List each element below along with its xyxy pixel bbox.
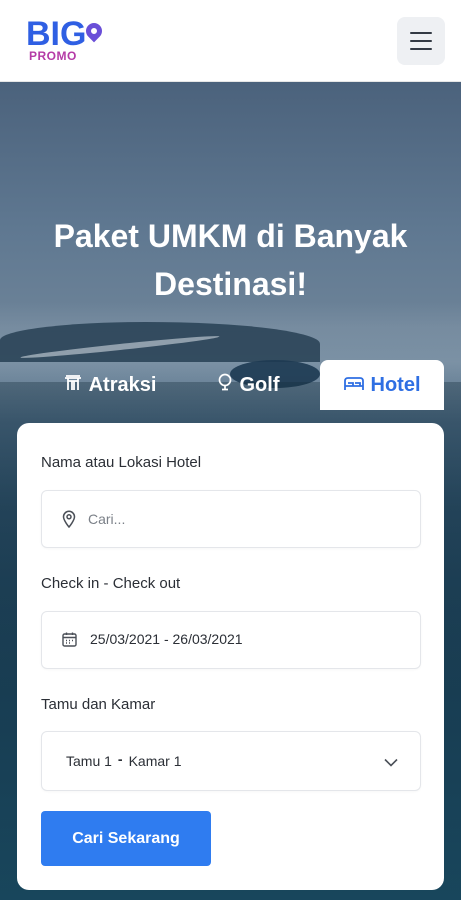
hotel-search-card: Nama atau Lokasi Hotel Check in - Check …: [17, 423, 444, 890]
bed-icon: [343, 374, 364, 397]
location-search-input[interactable]: [88, 491, 408, 547]
tab-hotel-label: Hotel: [370, 373, 421, 396]
guests-label: Tamu dan Kamar: [41, 696, 156, 713]
tab-hotel[interactable]: Hotel: [320, 360, 444, 410]
tab-atraksi-label: Atraksi: [88, 373, 157, 396]
hero-title-line-1: Paket UMKM di Banyak: [53, 218, 408, 254]
dates-label: Check in - Check out: [41, 575, 181, 592]
chevron-down-icon[interactable]: [384, 754, 398, 772]
rooms-count: Kamar 1: [128, 753, 182, 769]
guests-rooms-separator: -: [117, 751, 123, 767]
hero-title-line-2: Destinasi!: [154, 266, 307, 302]
gate-icon: [64, 374, 82, 397]
guests-rooms-select[interactable]: Tamu 1- Kamar 1: [41, 731, 421, 791]
location-pin-icon: [62, 510, 76, 533]
big-promo-logo[interactable]: BIG PROMO: [26, 17, 108, 65]
guests-count: Tamu 1: [66, 753, 112, 769]
location-label: Nama atau Lokasi Hotel: [41, 454, 202, 471]
calendar-icon: [62, 632, 77, 652]
location-field[interactable]: [41, 490, 421, 548]
logo-promo-text: PROMO: [29, 49, 77, 63]
tab-atraksi[interactable]: Atraksi: [40, 360, 180, 410]
date-range-field[interactable]: 25/03/2021 - 26/03/2021: [41, 611, 421, 669]
header-bar: BIG PROMO: [0, 0, 461, 82]
tab-golf-label: Golf: [239, 373, 280, 396]
search-now-button[interactable]: Cari Sekarang: [41, 811, 211, 866]
golf-icon: [217, 373, 233, 397]
guests-rooms-value: Tamu 1- Kamar 1: [66, 751, 182, 769]
menu-button[interactable]: [397, 17, 445, 65]
tab-golf[interactable]: Golf: [198, 360, 298, 410]
logo-big-text: BIG: [26, 15, 87, 53]
date-range-value: 25/03/2021 - 26/03/2021: [90, 631, 243, 647]
hero-title: Paket UMKM di Banyak Destinasi!: [0, 212, 461, 308]
